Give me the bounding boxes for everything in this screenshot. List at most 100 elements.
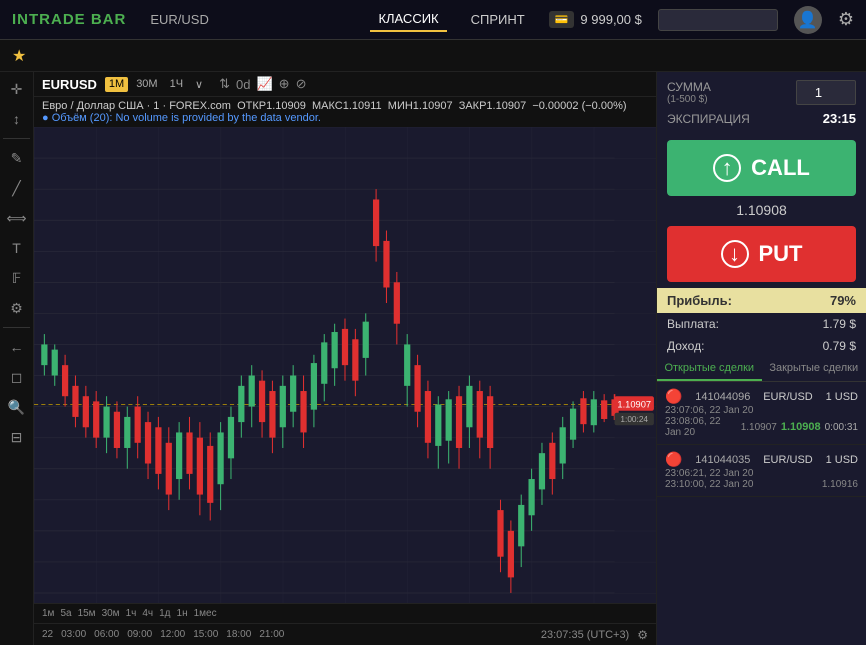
trade-row-1-bottom: 23:07:06, 22 Jan 20 xyxy=(665,405,858,416)
trade-price2-1: 1.10908 xyxy=(781,421,821,433)
tool-divider-2 xyxy=(3,327,29,328)
trade-row-1-top: 🔴 141044096 EUR/USD 1 USD xyxy=(665,388,858,405)
arrow-tool[interactable]: ↕ xyxy=(3,108,31,130)
income-label: Доход: xyxy=(667,339,704,353)
nav-search-input[interactable] xyxy=(658,9,778,31)
payout-row: Выплата: 1.79 $ xyxy=(657,313,866,335)
settings-icon[interactable]: ⚙ xyxy=(838,9,854,30)
trade-amount-2: 1 USD xyxy=(826,454,858,466)
tf-bottom-1m[interactable]: 1м xyxy=(42,608,54,619)
trade-pair-2: EUR/USD xyxy=(763,454,813,466)
chart-info: Евро / Доллар США · 1 · FOREX.com ОТКР1.… xyxy=(34,97,656,127)
right-panel: СУММА (1-500 $) ЭКСПИРАЦИЯ 23:15 ↑ CALL … xyxy=(656,72,866,645)
timeframe-bar: 1м 5а 15м 30м 1ч 4ч 1д 1н 1мес xyxy=(34,603,656,623)
avatar[interactable]: 👤 xyxy=(794,6,822,34)
trade-date1-2: 23:06:21, 22 Jan 20 xyxy=(665,468,753,479)
svg-text:1.10907: 1.10907 xyxy=(617,400,651,410)
trade-date2-2: 23:10:00, 22 Jan 20 xyxy=(665,479,753,490)
undo-tool[interactable]: ← xyxy=(3,336,31,358)
call-button[interactable]: ↑ CALL xyxy=(667,140,856,196)
chart-bottom-bar: 22 03:00 06:00 09:00 12:00 15:00 18:00 2… xyxy=(34,623,656,645)
put-label: PUT xyxy=(759,241,803,267)
chart-header: EURUSD 1M 30M 1Ч ∨ ⇅ 0d 📈 ⊕ ⊘ xyxy=(34,72,656,97)
put-button[interactable]: ↓ PUT xyxy=(667,226,856,282)
tool-divider-1 xyxy=(3,138,29,139)
pencil-tool[interactable]: ✎ xyxy=(3,147,31,169)
put-arrow-icon: ↓ xyxy=(721,240,749,268)
tf-bottom-4h[interactable]: 4ч xyxy=(142,608,153,619)
text-tool[interactable]: T xyxy=(3,237,31,259)
trade-item-1: 🔴 141044096 EUR/USD 1 USD 23:07:06, 22 J… xyxy=(657,382,866,445)
trade-id-1: 141044096 xyxy=(695,391,750,403)
trade-row-2-prices: 23:10:00, 22 Jan 20 1.10916 xyxy=(665,479,858,490)
add-indicator-icon[interactable]: ⊕ xyxy=(279,76,290,92)
balance-icon: 💳 xyxy=(549,11,575,28)
sum-input[interactable] xyxy=(796,80,856,105)
settings-bottom-icon[interactable]: ⚙ xyxy=(637,628,648,642)
tf-30m[interactable]: 30M xyxy=(132,77,161,92)
logo: INTRADE BAR xyxy=(12,11,126,28)
chart-svg: 1.10907 1:00:24 xyxy=(34,127,656,624)
tf-1m[interactable]: 1M xyxy=(105,77,128,92)
profit-value: 79% xyxy=(830,293,856,308)
sum-row: СУММА (1-500 $) xyxy=(667,80,856,105)
chart-tools: ⇅ 0d 📈 ⊕ ⊘ xyxy=(219,76,306,92)
tf-bottom-1d[interactable]: 1д xyxy=(159,608,170,619)
chart-close: ЗАКР1.10907 xyxy=(459,100,527,112)
trade-item-2: 🔴 141044035 EUR/USD 1 USD 23:06:21, 22 J… xyxy=(657,445,866,497)
tab-open-label: Открытые сделки xyxy=(664,362,754,374)
crosshair-tool[interactable]: ✛ xyxy=(3,78,31,100)
fibonacci-tool[interactable]: 𝔽 xyxy=(3,267,31,289)
volume-warning: ● Объём (20): No volume is provided by t… xyxy=(42,112,321,124)
tf-bottom-1w[interactable]: 1н xyxy=(177,608,188,619)
ticker-name: Евро / Доллар США · 1 · FOREX.com xyxy=(42,100,231,112)
tf-selector[interactable]: ∨ xyxy=(191,77,207,92)
trades-tabs: Открытые сделки Закрытые сделки xyxy=(657,357,866,382)
tab-closed-trades[interactable]: Закрытые сделки xyxy=(762,357,866,381)
tf-bottom-15m[interactable]: 15м xyxy=(78,608,96,619)
compare-icon[interactable]: ⇅ xyxy=(219,76,230,92)
chart-timeframes: 1M 30M 1Ч ∨ xyxy=(105,77,207,92)
trade-price-1: 1.10907 xyxy=(741,422,777,433)
line-tool[interactable]: ╱ xyxy=(3,177,31,199)
expiry-label: ЭКСПИРАЦИЯ xyxy=(667,112,750,126)
time-label-12: 12:00 xyxy=(160,629,185,640)
trade-direction-2-icon: 🔴 xyxy=(665,451,682,468)
favorite-star-icon[interactable]: ★ xyxy=(12,46,26,66)
main-layout: ✛ ↕ ✎ ╱ ⟺ T 𝔽 ⚙ ← ◻ 🔍 ⊟ EURUSD 1M 30M 1Ч… xyxy=(0,72,866,645)
rectangle-tool[interactable]: ◻ xyxy=(3,366,31,388)
tf-bottom-5m[interactable]: 5а xyxy=(60,608,71,619)
chart-change: −0.00002 (−0.00%) xyxy=(532,100,626,112)
sum-label: СУММА xyxy=(667,80,711,94)
sum-label-group: СУММА (1-500 $) xyxy=(667,80,711,105)
candle-type-icon[interactable]: 0d xyxy=(236,77,250,92)
settings-chart-icon[interactable]: ⊘ xyxy=(296,76,307,92)
income-row: Доход: 0.79 $ xyxy=(657,335,866,357)
expiry-row: ЭКСПИРАЦИЯ 23:15 xyxy=(667,111,856,126)
nav-classic[interactable]: КЛАССИК xyxy=(370,7,446,32)
tf-bottom-30m[interactable]: 30м xyxy=(102,608,120,619)
tf-bottom-1h[interactable]: 1ч xyxy=(126,608,137,619)
current-datetime: 23:07:35 (UTC+3) xyxy=(541,629,629,641)
layer-tool[interactable]: ⊟ xyxy=(3,426,31,448)
tf-1h[interactable]: 1Ч xyxy=(166,77,187,92)
time-label-22: 22 xyxy=(42,629,53,640)
ticker-full: Евро / Доллар США · 1 · FOREX.com ОТКР1.… xyxy=(42,100,627,112)
balance-box: 💳 9 999,00 $ xyxy=(549,11,642,28)
tab-open-trades[interactable]: Открытые сделки xyxy=(657,357,762,381)
zoom-tool[interactable]: 🔍 xyxy=(3,396,31,418)
favorites-bar: ★ xyxy=(0,40,866,72)
tf-bottom-1mo[interactable]: 1мес xyxy=(194,608,217,619)
chart-canvas: 1.10907 1:00:24 xyxy=(34,127,656,624)
chart-min: МИН1.10907 xyxy=(388,100,453,112)
pattern-tool[interactable]: ⚙ xyxy=(3,297,31,319)
tab-closed-label: Закрытые сделки xyxy=(769,362,858,374)
indicator-icon[interactable]: 📈 xyxy=(256,76,272,92)
chart-pair-label: EURUSD xyxy=(42,77,97,92)
sum-expiry-section: СУММА (1-500 $) ЭКСПИРАЦИЯ 23:15 xyxy=(657,72,866,140)
trading-pair: EUR/USD xyxy=(150,12,209,27)
expiry-value[interactable]: 23:15 xyxy=(823,111,856,126)
nav-sprint[interactable]: СПРИНТ xyxy=(463,8,533,31)
parallel-tool[interactable]: ⟺ xyxy=(3,207,31,229)
nav-items: КЛАССИК СПРИНТ 💳 9 999,00 $ 👤 ⚙ xyxy=(370,6,854,34)
